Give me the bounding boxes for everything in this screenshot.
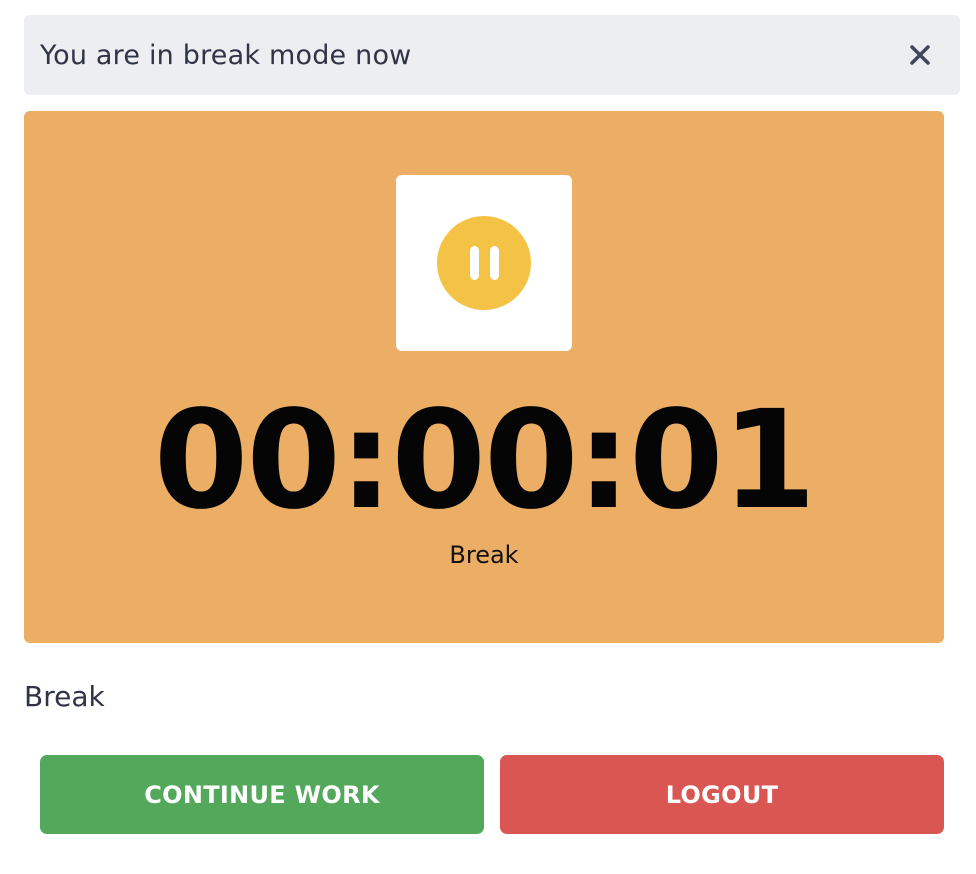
- close-icon: [910, 45, 930, 65]
- break-mode-page: You are in break mode now 00:00:01 Break…: [0, 0, 976, 874]
- continue-work-button[interactable]: CONTINUE WORK: [40, 755, 484, 834]
- pause-icon: [437, 216, 531, 310]
- timer-card: 00:00:01 Break: [24, 111, 944, 643]
- timer-display: 00:00:01: [153, 382, 817, 540]
- pause-button[interactable]: [396, 175, 572, 351]
- break-mode-notice: You are in break mode now: [24, 15, 960, 95]
- pause-bar-left: [469, 246, 479, 280]
- logout-button[interactable]: LOGOUT: [500, 755, 944, 834]
- status-label: Break: [24, 680, 105, 713]
- notice-message: You are in break mode now: [40, 39, 412, 71]
- notice-close-button[interactable]: [904, 39, 936, 71]
- timer-mode-label: Break: [449, 541, 519, 569]
- pause-bar-right: [489, 246, 499, 280]
